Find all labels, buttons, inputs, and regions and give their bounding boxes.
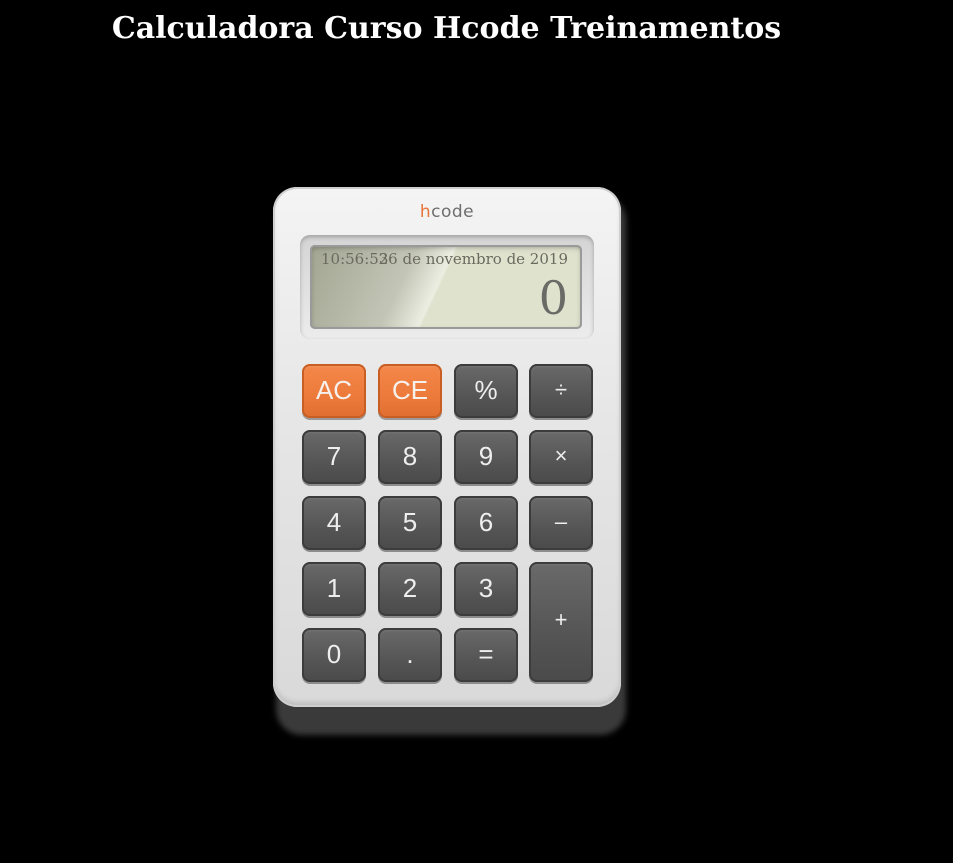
digit-3-button[interactable]: 3 xyxy=(454,562,518,616)
display-frame: 10:56:53 26 de novembro de 2019 0 xyxy=(300,235,594,339)
add-button[interactable]: + xyxy=(529,562,593,682)
percent-button[interactable]: % xyxy=(454,364,518,418)
digit-9-button[interactable]: 9 xyxy=(454,430,518,484)
brand-logo: hcode xyxy=(273,202,621,222)
digit-7-button[interactable]: 7 xyxy=(302,430,366,484)
equals-button[interactable]: = xyxy=(454,628,518,682)
multiply-button[interactable]: × xyxy=(529,430,593,484)
ac-button[interactable]: AC xyxy=(302,364,366,418)
brand-logo-accent: h xyxy=(419,202,432,222)
digit-5-button[interactable]: 5 xyxy=(378,496,442,550)
decimal-point-button[interactable]: . xyxy=(378,628,442,682)
divide-button[interactable]: ÷ xyxy=(529,364,593,418)
subtract-button[interactable]: – xyxy=(529,496,593,550)
digit-0-button[interactable]: 0 xyxy=(302,628,366,682)
display-value: 0 xyxy=(538,271,568,325)
digit-8-button[interactable]: 8 xyxy=(378,430,442,484)
digit-2-button[interactable]: 2 xyxy=(378,562,442,616)
brand-logo-text: code xyxy=(431,202,475,222)
page-title: Calculadora Curso Hcode Treinamentos xyxy=(111,11,782,46)
display: 10:56:53 26 de novembro de 2019 0 xyxy=(310,245,582,329)
display-date: 26 de novembro de 2019 xyxy=(378,250,568,268)
calculator: hcode 10:56:53 26 de novembro de 2019 0 … xyxy=(273,187,621,707)
digit-4-button[interactable]: 4 xyxy=(302,496,366,550)
ce-button[interactable]: CE xyxy=(378,364,442,418)
digit-1-button[interactable]: 1 xyxy=(302,562,366,616)
digit-6-button[interactable]: 6 xyxy=(454,496,518,550)
